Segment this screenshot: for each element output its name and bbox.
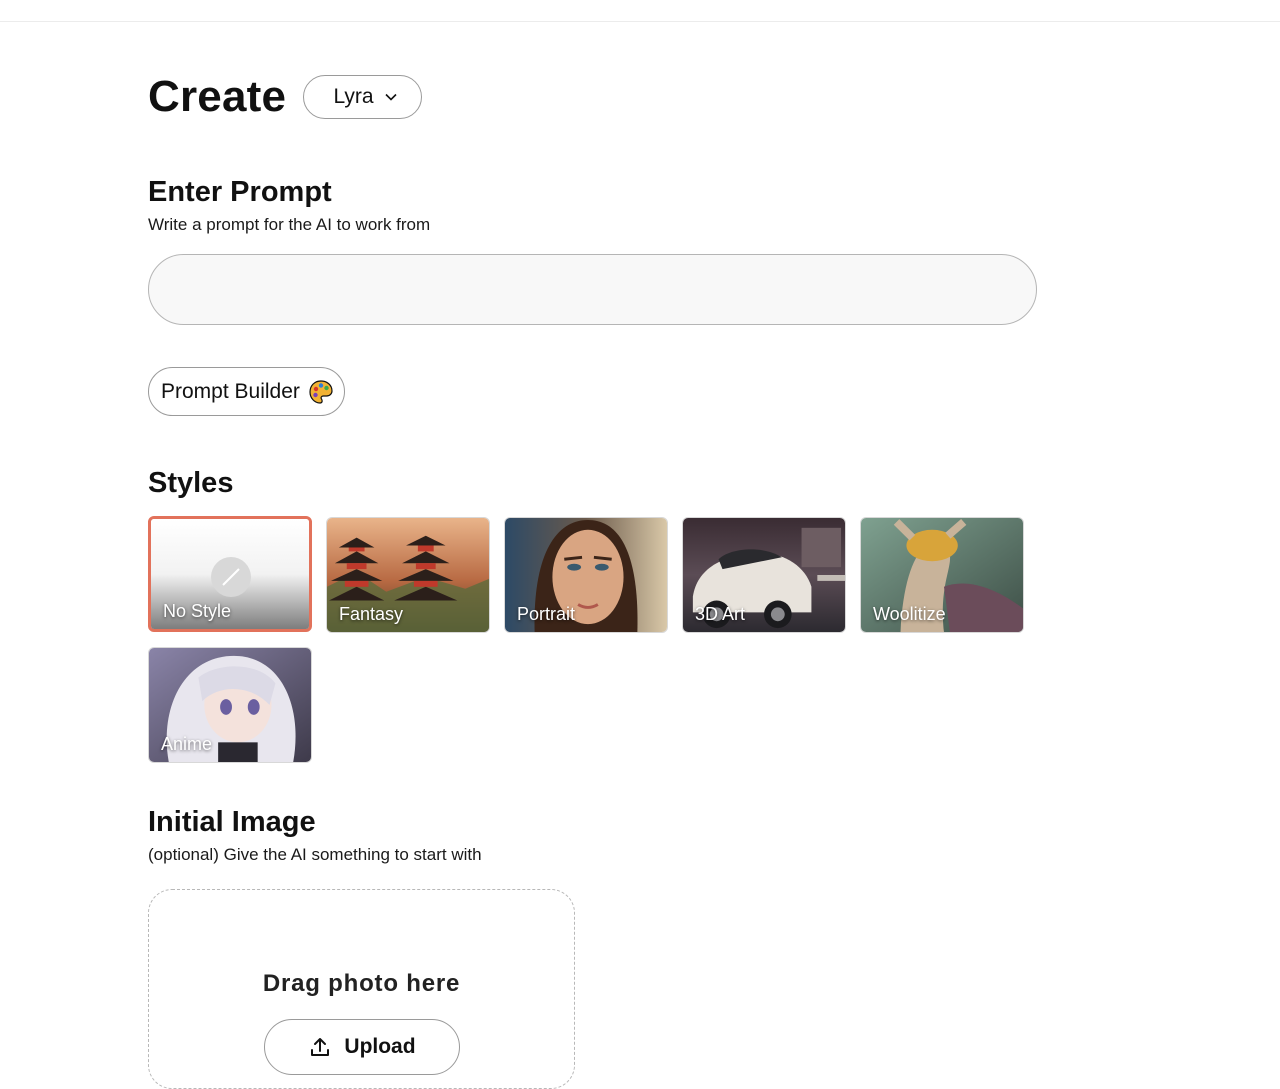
dropzone-text: Drag photo here xyxy=(262,970,461,997)
style-label: 3D Art xyxy=(695,604,746,624)
prompt-subtitle: Write a prompt for the AI to work from xyxy=(148,215,431,234)
style-label: No Style xyxy=(163,601,232,621)
style-card-anime[interactable]: Anime xyxy=(148,647,312,763)
style-label: Woolitize xyxy=(873,604,946,624)
page-title: Create xyxy=(148,72,287,121)
model-select[interactable]: Lyra xyxy=(303,75,422,119)
model-select-value: Lyra xyxy=(333,85,374,108)
style-label: Fantasy xyxy=(339,604,404,624)
slash-circle-icon xyxy=(211,557,251,597)
style-card-portrait[interactable]: Portrait xyxy=(504,517,668,633)
style-card-3d-art[interactable]: 3D Art xyxy=(682,517,846,633)
styles-title: Styles xyxy=(148,467,234,499)
upload-button[interactable]: Upload xyxy=(264,1019,460,1075)
initial-image-subtitle: (optional) Give the AI something to star… xyxy=(148,845,482,864)
prompt-builder-label: Prompt Builder xyxy=(161,379,300,403)
chevron-down-icon xyxy=(384,93,397,101)
prompt-input[interactable] xyxy=(148,254,1037,325)
image-dropzone[interactable]: Drag photo here Upload xyxy=(148,889,575,1089)
prompt-builder-button[interactable]: Prompt Builder xyxy=(148,367,345,416)
style-card-woolitize[interactable]: Woolitize xyxy=(860,517,1024,633)
upload-label: Upload xyxy=(344,1035,416,1058)
style-card-fantasy[interactable]: Fantasy xyxy=(326,517,490,633)
top-bar xyxy=(0,0,1280,22)
style-label: Portrait xyxy=(517,604,576,624)
style-label: Anime xyxy=(161,734,213,754)
upload-icon xyxy=(311,1038,330,1056)
palette-icon xyxy=(309,379,333,404)
prompt-title: Enter Prompt xyxy=(148,176,332,208)
style-card-no-style[interactable]: No Style xyxy=(148,516,312,632)
initial-image-title: Initial Image xyxy=(148,806,316,838)
